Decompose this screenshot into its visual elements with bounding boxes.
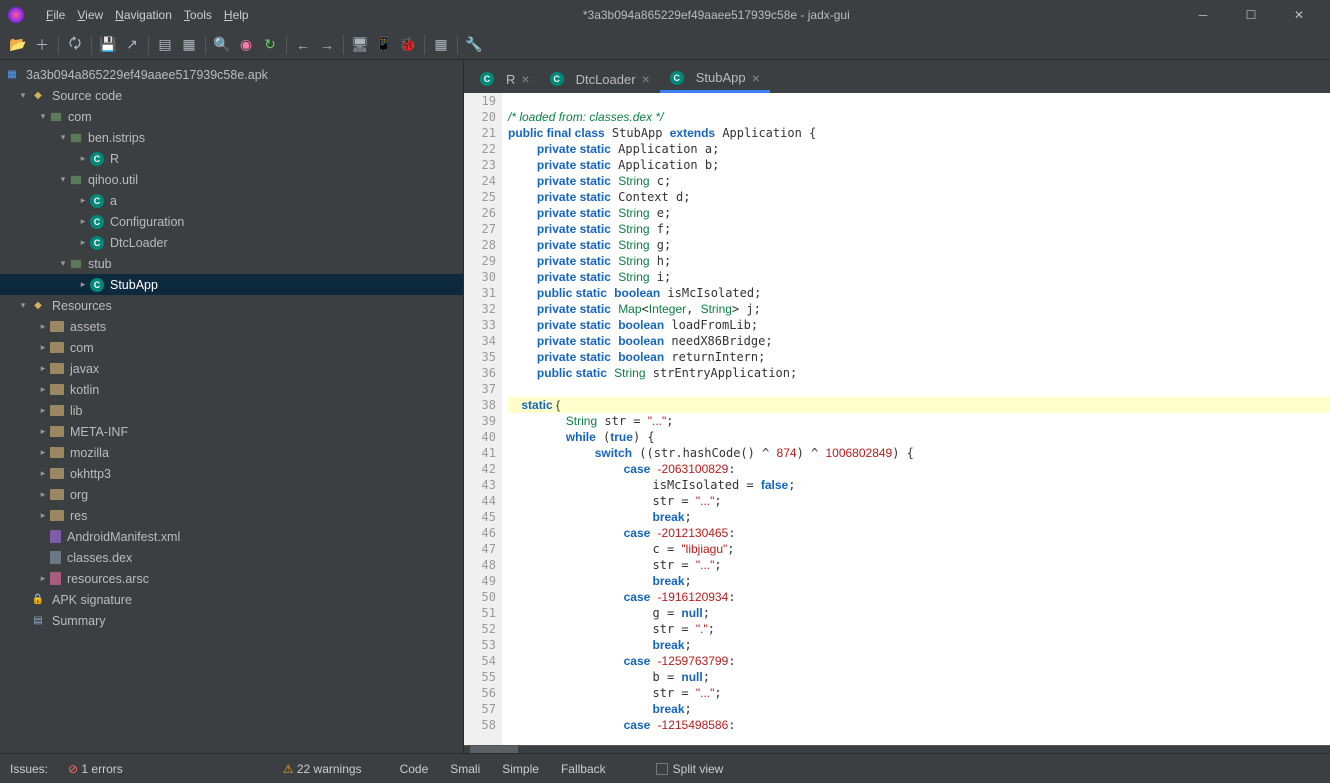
- settings-icon[interactable]: ◉: [234, 33, 258, 57]
- tree-root[interactable]: ▦3a3b094a865229ef49aaee517939c58e.apk: [0, 64, 463, 85]
- wrench-icon[interactable]: 🔧: [462, 33, 486, 57]
- menu-tools[interactable]: Tools: [180, 6, 216, 24]
- app-logo: [8, 7, 24, 23]
- tree-dex[interactable]: classes.dex: [0, 547, 463, 568]
- tab-dtcloader[interactable]: CDtcLoader×: [540, 65, 660, 93]
- tree-folder[interactable]: ▸res: [0, 505, 463, 526]
- back-icon[interactable]: ←: [291, 33, 315, 57]
- scroll-indicator[interactable]: [464, 745, 1330, 753]
- project-tree[interactable]: ▦3a3b094a865229ef49aaee517939c58e.apk ▾◆…: [0, 60, 464, 753]
- menu-navigation[interactable]: Navigation: [111, 6, 176, 24]
- view-simple[interactable]: Simple: [502, 762, 539, 776]
- add-icon[interactable]: ＋: [30, 33, 54, 57]
- export-icon[interactable]: ↗: [120, 33, 144, 57]
- tree-folder[interactable]: ▸org: [0, 484, 463, 505]
- close-icon[interactable]: ×: [521, 71, 529, 87]
- toolbar: 📂 ＋ 🗘 💾 ↗ ▤ ▦ 🔍 ◉ ↻ ← → 🖥 📱 🐞 ▦ 🔧: [0, 30, 1330, 60]
- tree-apksig[interactable]: 🔒APK signature: [0, 589, 463, 610]
- editor-pane: CR× CDtcLoader× CStubApp× 19 20 21 22 23…: [464, 60, 1330, 753]
- log-icon[interactable]: ▦: [429, 33, 453, 57]
- issues-label: Issues:: [10, 762, 48, 776]
- tree-folder[interactable]: ▸kotlin: [0, 379, 463, 400]
- forward-icon[interactable]: →: [315, 33, 339, 57]
- tree-arsc[interactable]: ▸resources.arsc: [0, 568, 463, 589]
- minimize-button[interactable]: ─: [1180, 0, 1226, 30]
- refresh2-icon[interactable]: ↻: [258, 33, 282, 57]
- refresh-icon[interactable]: 🗘: [63, 33, 87, 57]
- status-bar: Issues: ⊘ 1 errors ⚠ 22 warnings Code Sm…: [0, 753, 1330, 783]
- maximize-button[interactable]: ☐: [1228, 0, 1274, 30]
- tree-stubapp[interactable]: ▸CStubApp: [0, 274, 463, 295]
- tree-com[interactable]: ▾com: [0, 106, 463, 127]
- warnings-count[interactable]: ⚠ 22 warnings: [283, 762, 362, 776]
- save-icon[interactable]: 💾: [96, 33, 120, 57]
- tree-a[interactable]: ▸Ca: [0, 190, 463, 211]
- close-button[interactable]: ✕: [1276, 0, 1322, 30]
- tree-ben[interactable]: ▾ben.istrips: [0, 127, 463, 148]
- menu-bar: File View Navigation Tools Help: [42, 6, 253, 24]
- tree-stub[interactable]: ▾stub: [0, 253, 463, 274]
- flat-icon[interactable]: ▤: [153, 33, 177, 57]
- tree-manifest[interactable]: AndroidManifest.xml: [0, 526, 463, 547]
- tree-folder[interactable]: ▸javax: [0, 358, 463, 379]
- tab-r[interactable]: CR×: [470, 65, 540, 93]
- view-code[interactable]: Code: [400, 762, 429, 776]
- tree-qihoo[interactable]: ▾qihoo.util: [0, 169, 463, 190]
- code-editor[interactable]: 19 20 21 22 23 24 25 26 27 28 29 30 31 3…: [464, 93, 1330, 745]
- tree-dtc[interactable]: ▸CDtcLoader: [0, 232, 463, 253]
- editor-tabs: CR× CDtcLoader× CStubApp×: [464, 60, 1330, 93]
- tree-folder[interactable]: ▸lib: [0, 400, 463, 421]
- tree-source[interactable]: ▾◆Source code: [0, 85, 463, 106]
- menu-view[interactable]: View: [73, 6, 107, 24]
- split-view-check[interactable]: Split view: [656, 762, 724, 776]
- close-icon[interactable]: ×: [642, 71, 650, 87]
- tree-summary[interactable]: ▤Summary: [0, 610, 463, 631]
- device-icon[interactable]: 📱: [372, 33, 396, 57]
- line-gutter: 19 20 21 22 23 24 25 26 27 28 29 30 31 3…: [464, 93, 502, 745]
- window-title: *3a3b094a865229ef49aaee517939c58e - jadx…: [271, 8, 1162, 22]
- tab-stubapp[interactable]: CStubApp×: [660, 65, 770, 93]
- view-fallback[interactable]: Fallback: [561, 762, 606, 776]
- tree-folder[interactable]: ▸mozilla: [0, 442, 463, 463]
- errors-count[interactable]: ⊘ 1 errors: [68, 762, 123, 776]
- close-icon[interactable]: ×: [752, 70, 760, 86]
- menu-help[interactable]: Help: [220, 6, 253, 24]
- tree-folder[interactable]: ▸META-INF: [0, 421, 463, 442]
- tree-cfg[interactable]: ▸CConfiguration: [0, 211, 463, 232]
- code-content[interactable]: /* loaded from: classes.dex */ public fi…: [502, 93, 1330, 745]
- title-bar: File View Navigation Tools Help *3a3b094…: [0, 0, 1330, 30]
- view-smali[interactable]: Smali: [450, 762, 480, 776]
- open-icon[interactable]: 📂: [6, 33, 30, 57]
- tree-icon[interactable]: ▦: [177, 33, 201, 57]
- tree-folder[interactable]: ▸okhttp3: [0, 463, 463, 484]
- bug-icon[interactable]: 🐞: [396, 33, 420, 57]
- tree-folder[interactable]: ▸com: [0, 337, 463, 358]
- tree-resources[interactable]: ▾◆Resources: [0, 295, 463, 316]
- search-icon[interactable]: 🔍: [210, 33, 234, 57]
- main-area: ▦3a3b094a865229ef49aaee517939c58e.apk ▾◆…: [0, 60, 1330, 753]
- tree-folder[interactable]: ▸assets: [0, 316, 463, 337]
- menu-file[interactable]: File: [42, 6, 69, 24]
- tree-r[interactable]: ▸CR: [0, 148, 463, 169]
- monitor-icon[interactable]: 🖥: [348, 33, 372, 57]
